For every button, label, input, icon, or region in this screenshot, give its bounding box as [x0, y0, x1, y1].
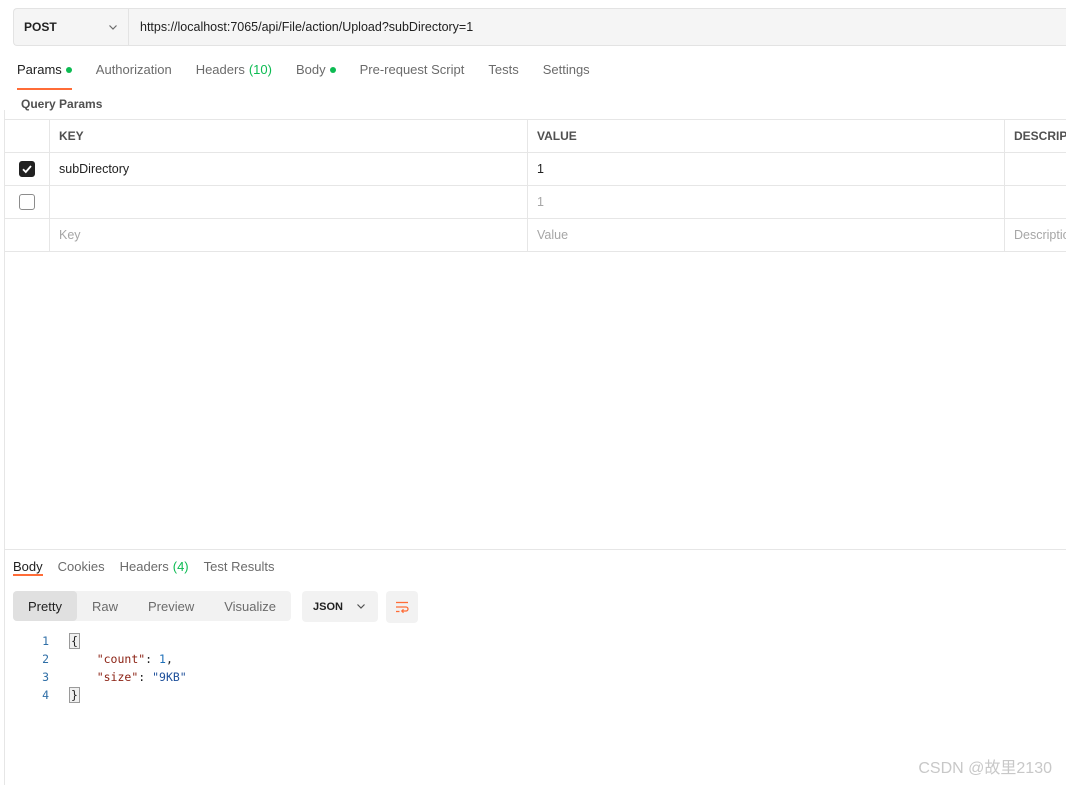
- query-params-title: Query Params: [21, 97, 103, 111]
- tab-authorization[interactable]: Authorization: [96, 62, 172, 88]
- param-description-cell[interactable]: [1005, 153, 1066, 185]
- format-select[interactable]: JSON: [302, 591, 378, 622]
- code-line: 2 "count": 1,: [0, 650, 187, 668]
- tab-pre-request-label: Pre-request Script: [359, 62, 465, 77]
- response-tab-cookies-label: Cookies: [57, 559, 105, 574]
- tab-body[interactable]: Body: [296, 62, 336, 88]
- response-tab-test-results[interactable]: Test Results: [204, 559, 275, 574]
- json-key: "size": [96, 670, 139, 684]
- response-tab-body-label: Body: [13, 559, 43, 574]
- column-header-description: DESCRIPTION: [1014, 129, 1066, 143]
- format-label: JSON: [313, 600, 343, 613]
- response-tabs: Body Cookies Headers (4) Test Results: [13, 559, 289, 576]
- header-checkbox-cell: [5, 120, 50, 152]
- tab-settings-label: Settings: [542, 62, 590, 77]
- table-row: 1: [5, 186, 1066, 219]
- view-mode-group: Pretty Raw Preview Visualize: [13, 591, 292, 621]
- params-status-dot: [65, 67, 72, 73]
- chevron-down-icon: [109, 25, 117, 30]
- json-key: "count": [96, 652, 146, 666]
- tab-settings[interactable]: Settings: [543, 62, 590, 88]
- response-code-view[interactable]: 1 { 2 "count": 1, 3 "size": "9KB" 4 }: [0, 632, 187, 704]
- row-enabled-checkbox[interactable]: [19, 194, 35, 210]
- headers-count: (10): [248, 62, 272, 77]
- code-text: {: [69, 633, 80, 649]
- table-header-row: KEY VALUE DESCRIPTION: [5, 120, 1066, 153]
- tab-tests-label: Tests: [488, 62, 519, 77]
- column-header-key: KEY: [50, 120, 528, 152]
- response-tab-test-results-label: Test Results: [203, 559, 275, 574]
- method-label: POST: [24, 20, 57, 34]
- param-value-cell[interactable]: 1: [528, 186, 1005, 218]
- tab-pre-request-script[interactable]: Pre-request Script: [360, 62, 465, 88]
- row-checkbox-cell: [5, 219, 50, 251]
- row-checkbox-cell: [5, 153, 50, 185]
- line-number: 4: [42, 688, 49, 702]
- new-key-input[interactable]: Key: [50, 219, 528, 251]
- tab-tests[interactable]: Tests: [488, 62, 518, 88]
- param-key-cell[interactable]: [50, 186, 528, 218]
- open-brace: {: [69, 633, 80, 649]
- response-tab-headers-label: Headers: [119, 559, 169, 574]
- response-tab-headers[interactable]: Headers (4): [120, 559, 189, 574]
- code-line: 3 "size": "9KB": [0, 668, 187, 686]
- row-enabled-checkbox[interactable]: [19, 161, 35, 177]
- tab-headers-label: Headers: [195, 62, 245, 77]
- tab-params[interactable]: Params: [17, 62, 72, 90]
- view-preview-button[interactable]: Preview: [133, 591, 209, 621]
- response-headers-count: (4): [172, 559, 189, 574]
- pane-divider[interactable]: [5, 549, 1066, 550]
- code-text: }: [69, 687, 80, 703]
- wrap-lines-icon: [396, 601, 409, 614]
- table-row: subDirectory 1: [5, 153, 1066, 186]
- json-value: 1: [159, 652, 166, 666]
- request-tabs: Params Authorization Headers (10) Body Pr…: [17, 62, 614, 90]
- line-number: 1: [42, 634, 49, 648]
- view-raw-button[interactable]: Raw: [77, 591, 133, 621]
- params-table: KEY VALUE DESCRIPTION subDirectory 1 1 K…: [5, 119, 1066, 252]
- param-value-cell[interactable]: 1: [528, 153, 1005, 185]
- tab-params-label: Params: [17, 62, 62, 77]
- new-description-input[interactable]: Description: [1005, 219, 1066, 251]
- request-url-bar: POST https://localhost:7065/api/File/act…: [13, 8, 1066, 46]
- tab-headers[interactable]: Headers (10): [196, 62, 272, 88]
- tab-body-label: Body: [295, 62, 326, 77]
- tab-authorization-label: Authorization: [95, 62, 172, 77]
- code-text: "count": 1,: [96, 652, 173, 666]
- line-number: 3: [42, 670, 49, 684]
- check-icon: [22, 165, 32, 174]
- new-value-input[interactable]: Value: [528, 219, 1005, 251]
- line-number: 2: [42, 652, 49, 666]
- view-pretty-button[interactable]: Pretty: [13, 591, 77, 621]
- column-header-value: VALUE: [528, 120, 1005, 152]
- code-line: 1 {: [0, 632, 187, 650]
- response-tab-body[interactable]: Body: [13, 559, 43, 576]
- url-input[interactable]: https://localhost:7065/api/File/action/U…: [129, 20, 473, 34]
- row-checkbox-cell: [5, 186, 50, 218]
- chevron-down-icon: [357, 604, 365, 609]
- param-key-cell[interactable]: subDirectory: [50, 153, 528, 185]
- body-status-dot: [329, 67, 336, 73]
- param-description-cell[interactable]: [1005, 186, 1066, 218]
- code-line: 4 }: [0, 686, 187, 704]
- json-value: "9KB": [152, 670, 187, 684]
- watermark: CSDN @故里2130: [918, 760, 1052, 777]
- view-visualize-button[interactable]: Visualize: [209, 591, 291, 621]
- method-select[interactable]: POST: [14, 9, 129, 45]
- wrap-lines-button[interactable]: [386, 591, 418, 623]
- response-tab-cookies[interactable]: Cookies: [58, 559, 105, 574]
- close-brace: }: [69, 687, 80, 703]
- code-text: "size": "9KB": [96, 670, 187, 684]
- table-row-new: Key Value Description: [5, 219, 1066, 252]
